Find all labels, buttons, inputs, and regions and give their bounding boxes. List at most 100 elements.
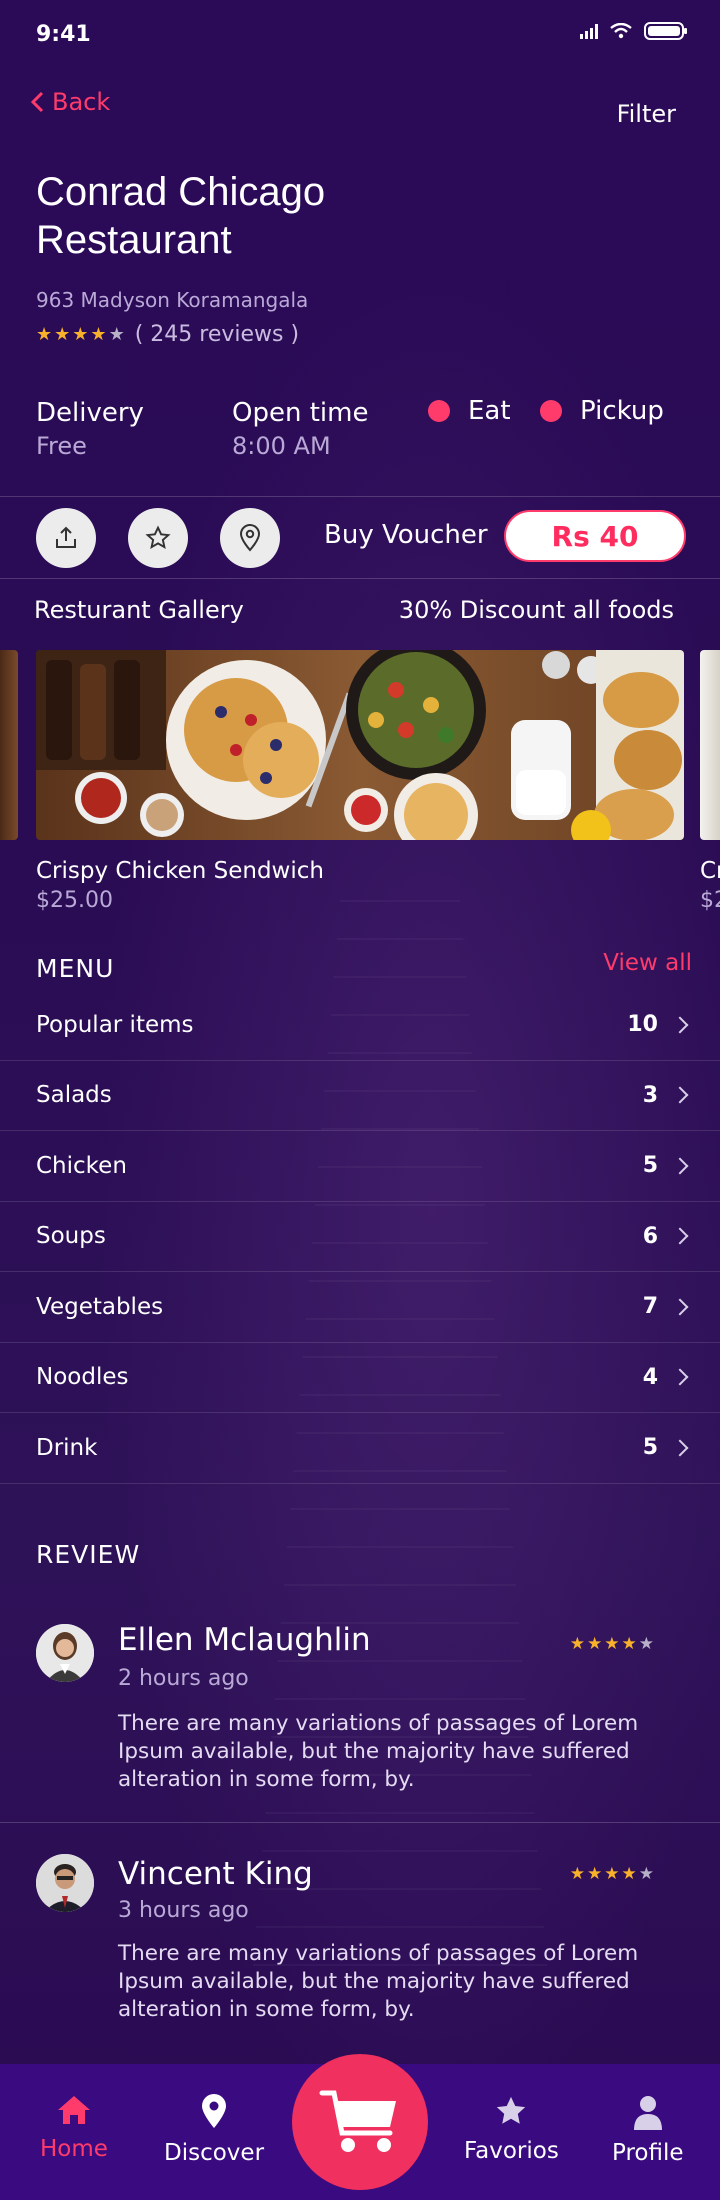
- back-button[interactable]: Back: [30, 88, 110, 116]
- gallery-item-name: Crispy Chicken Sendwich: [36, 858, 324, 884]
- restaurant-address: 963 Madyson Koramangala: [36, 288, 309, 312]
- share-button[interactable]: [36, 508, 96, 568]
- avatar[interactable]: [36, 1624, 94, 1682]
- gallery-next-card-image[interactable]: [700, 650, 720, 840]
- menu-title: MENU: [36, 954, 115, 983]
- share-icon: [56, 526, 76, 548]
- status-icons: [580, 22, 687, 40]
- view-all-link[interactable]: View all: [603, 950, 692, 976]
- review-text: There are many variations of passages of…: [118, 1711, 639, 1792]
- chevron-right-icon: [671, 1227, 689, 1245]
- gallery-food-image[interactable]: [36, 650, 684, 840]
- star-icon: ★: [604, 1634, 620, 1654]
- gallery-prev-card-image[interactable]: [0, 650, 18, 840]
- chevron-right-icon: [671, 1298, 689, 1316]
- divider: [0, 496, 720, 497]
- nav-favorites-label: Favorios: [464, 2138, 559, 2164]
- menu-item-label: Noodles: [36, 1364, 129, 1391]
- star-icon: ★: [587, 1634, 603, 1654]
- gallery-item-price: $25.00: [36, 888, 113, 913]
- option-pickup[interactable]: Pickup: [540, 396, 664, 426]
- star-icon: ★: [108, 324, 125, 345]
- menu-list: Popular items 10 Salads 3 Chicken 5 Soup…: [0, 990, 720, 1484]
- location-button[interactable]: [220, 508, 280, 568]
- menu-item-count: 4: [642, 1364, 658, 1390]
- chevron-right-icon: [671, 1439, 689, 1457]
- open-time-info: Open time 8:00 AM: [232, 398, 368, 460]
- star-icon: ★: [621, 1634, 637, 1654]
- menu-item[interactable]: Drink 5: [0, 1413, 720, 1484]
- star-outline-icon: [145, 525, 171, 550]
- rating-row: ★ ★ ★ ★ ★ ( 245 reviews ): [36, 322, 299, 347]
- gallery-title: Resturant Gallery: [34, 596, 244, 624]
- star-icon: ★: [54, 324, 71, 345]
- buy-voucher-label: Buy Voucher: [324, 520, 488, 550]
- menu-item-count: 5: [642, 1435, 658, 1461]
- option-eat[interactable]: Eat: [428, 396, 511, 426]
- menu-item-label: Soups: [36, 1223, 106, 1250]
- menu-item-label: Vegetables: [36, 1293, 164, 1320]
- menu-item-count: 10: [627, 1012, 658, 1038]
- favorite-button[interactable]: [128, 508, 188, 568]
- review-time: 3 hours ago: [118, 1898, 249, 1923]
- reviews-count: ( 245 reviews ): [134, 322, 300, 347]
- avatar[interactable]: [36, 1854, 94, 1912]
- menu-item[interactable]: Vegetables 7: [0, 1272, 720, 1343]
- review-title: REVIEW: [36, 1540, 141, 1569]
- back-label: Back: [52, 88, 111, 116]
- review-card: Vincent King 3 hours ago ★ ★ ★ ★ ★ There…: [0, 1854, 720, 2054]
- reviewer-name: Vincent King: [118, 1856, 313, 1892]
- menu-item-count: 3: [642, 1082, 658, 1108]
- menu-item[interactable]: Popular items 10: [0, 990, 720, 1061]
- nav-discover[interactable]: Discover: [164, 2094, 264, 2166]
- rating-stars: ★ ★ ★ ★ ★: [36, 324, 125, 345]
- menu-item-count: 6: [642, 1223, 658, 1249]
- star-icon: ★: [90, 324, 107, 345]
- gallery-next-item-price: $2: [700, 888, 720, 913]
- menu-item[interactable]: Soups 6: [0, 1202, 720, 1272]
- menu-item[interactable]: Noodles 4: [0, 1343, 720, 1413]
- review-stars: ★ ★ ★ ★ ★: [570, 1634, 654, 1654]
- radio-dot-icon: [540, 400, 562, 422]
- battery-icon: [644, 22, 687, 40]
- review-time: 2 hours ago: [118, 1666, 249, 1691]
- option-pickup-label: Pickup: [580, 396, 664, 426]
- delivery-value: Free: [36, 432, 87, 460]
- reviewer-name: Ellen Mclaughlin: [118, 1622, 371, 1658]
- filter-button[interactable]: Filter: [617, 100, 676, 128]
- delivery-info: Delivery Free: [36, 398, 144, 460]
- voucher-price-button[interactable]: Rs 40: [504, 510, 686, 562]
- cart-button[interactable]: [292, 2054, 428, 2190]
- nav-favorites[interactable]: Favorios: [464, 2094, 559, 2164]
- menu-item-label: Chicken: [36, 1152, 127, 1179]
- signal-icon: [580, 23, 598, 39]
- delivery-label: Delivery: [36, 398, 144, 428]
- nav-discover-label: Discover: [164, 2140, 265, 2166]
- radio-dot-icon: [428, 400, 450, 422]
- star-icon: [497, 2096, 526, 2124]
- star-icon: ★: [621, 1864, 637, 1884]
- star-icon: ★: [638, 1634, 654, 1654]
- chevron-right-icon: [671, 1368, 689, 1386]
- chevron-right-icon: [671, 1016, 689, 1034]
- chevron-right-icon: [671, 1157, 689, 1175]
- restaurant-name: Conrad Chicago Restaurant: [36, 170, 326, 262]
- star-icon: ★: [638, 1864, 654, 1884]
- star-icon: ★: [604, 1864, 620, 1884]
- nav-home[interactable]: Home: [40, 2094, 108, 2162]
- open-time-value: 8:00 AM: [232, 432, 331, 460]
- star-icon: ★: [569, 1634, 585, 1654]
- shopping-cart-icon: [319, 2090, 396, 2152]
- menu-item[interactable]: Salads 3: [0, 1061, 720, 1131]
- menu-item-label: Drink: [36, 1434, 98, 1461]
- option-eat-label: Eat: [468, 396, 511, 426]
- location-pin-icon: [239, 524, 261, 552]
- home-icon: [57, 2096, 90, 2124]
- chevron-left-icon: [30, 91, 44, 113]
- star-icon: ★: [36, 324, 53, 345]
- review-card: Ellen Mclaughlin 2 hours ago ★ ★ ★ ★ ★ T…: [0, 1620, 720, 1820]
- nav-profile[interactable]: Profile: [612, 2094, 684, 2166]
- menu-item[interactable]: Chicken 5: [0, 1131, 720, 1202]
- action-buttons: [36, 508, 280, 568]
- status-time: 9:41: [36, 22, 91, 47]
